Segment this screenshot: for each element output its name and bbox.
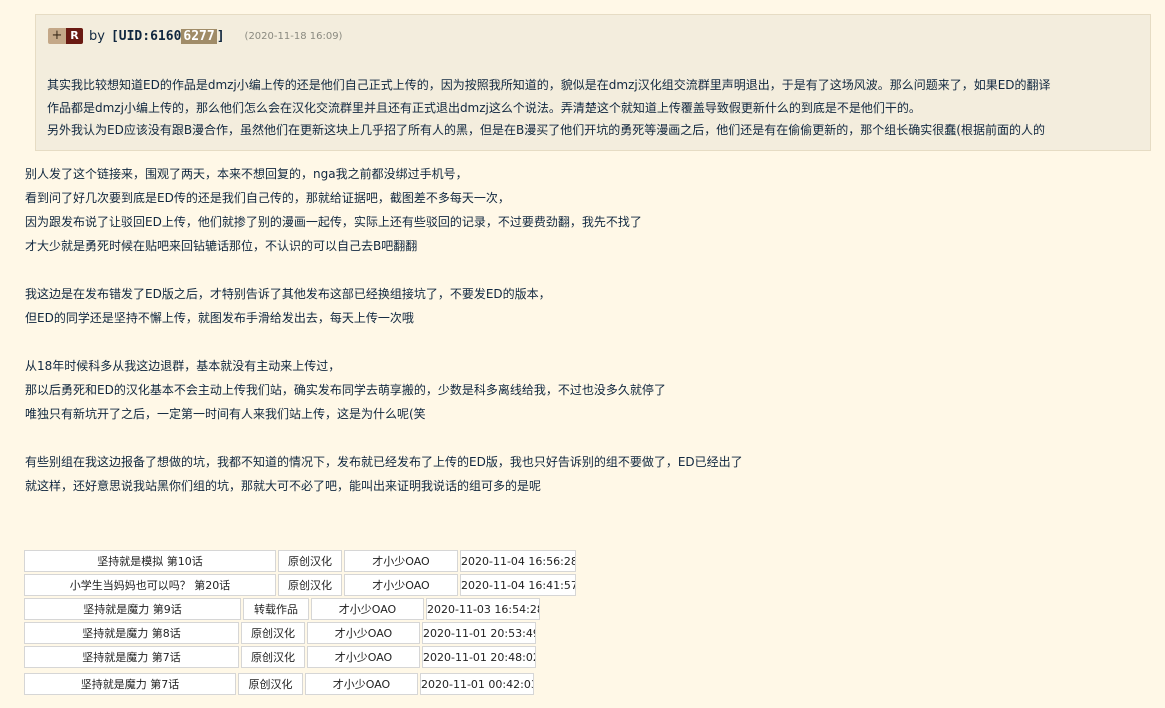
record-title: 坚持就是魔力 第7话 [24,646,239,668]
record-user: 才小少OAO [305,673,418,695]
uid-highlight: 6277 [181,28,217,44]
post-line: 那以后勇死和ED的汉化基本不会主动上传我们站，确实发布同学去萌享搬的，少数是科多… [25,383,666,397]
record-title: 坚持就是魔力 第9话 [24,598,241,620]
quote-by-label: by [89,28,105,44]
record-time: 2020-11-04 16:56:28 [460,550,576,572]
post-line: 有些别组在我这边报备了想做的坑，我都不知道的情况下，发布就已经发布了上传的ED版… [25,455,743,469]
record-user: 才小少OAO [307,646,420,668]
post-line [25,426,743,450]
record-time: 2020-11-01 20:53:49 [422,622,536,644]
uid-prefix: [UID:6160 [110,28,182,44]
record-type: 原创汉化 [238,673,303,695]
record-time: 2020-11-01 00:42:03 [420,673,534,695]
post-line [25,330,743,354]
post-line: 别人发了这个链接来，围观了两天，本来不想回复的，nga我之前都没绑过手机号， [25,167,468,181]
record-time: 2020-11-01 20:48:02 [422,646,536,668]
quote-line: 作品都是dmzj小编上传的，那么他们怎么会在汉化交流群里并且还有正式退出dmzj… [47,100,921,115]
quote-header: + R by [UID:6160 6277] (2020-11-18 16:09) [48,27,342,45]
expand-button[interactable]: + [48,28,66,44]
reply-badge[interactable]: R [66,28,83,44]
record-time: 2020-11-04 16:41:57 [460,574,576,596]
uid-suffix: ] [216,28,225,44]
record-type: 原创汉化 [241,646,305,668]
record-row: 坚持就是魔力 第7话 原创汉化 才小少OAO 2020-11-01 00:42:… [24,673,536,697]
post-line: 从18年时候科多从我这边退群，基本就没有主动来上传过， [25,359,341,373]
record-title: 坚持就是魔力 第8话 [24,622,239,644]
post-content: 别人发了这个链接来，围观了两天，本来不想回复的，nga我之前都没绑过手机号， 看… [25,162,743,498]
record-type: 原创汉化 [278,574,342,596]
record-type: 原创汉化 [241,622,305,644]
quote-line: 另外我认为ED应该没有跟B漫合作，虽然他们在更新这块上几乎招了所有人的黑，但是在… [47,123,1045,137]
record-title: 坚持就是模拟 第10话 [24,550,276,572]
post-line: 唯独只有新坑开了之后，一定第一时间有人来我们站上传，这是为什么呢(笑 [25,407,426,421]
record-title: 坚持就是魔力 第7话 [24,673,236,695]
record-type: 转载作品 [243,598,309,620]
post-line: 但ED的同学还是坚持不懈上传，就图发布手滑给发出去，每天上传一次哦 [25,311,414,325]
record-row: 坚持就是魔力 第9话 转载作品 才小少OAO 2020-11-03 16:54:… [24,598,542,622]
post-line: 就这样，还好意思说我站黑你们组的坑，那就大可不必了吧，能叫出来证明我说话的组可多… [25,479,542,493]
post-line: 我这边是在发布错发了ED版之后，才特别告诉了其他发布这部已经换组接坑了，不要发E… [25,287,551,301]
record-row: 坚持就是模拟 第10话 原创汉化 才小少OAO 2020-11-04 16:56… [24,550,580,574]
quote-block: + R by [UID:6160 6277] (2020-11-18 16:09) … [35,14,1151,151]
quote-text: 其实我比较想知道ED的作品是dmzj小编上传的还是他们自己正式上传的，因为按照我… [47,74,1147,142]
record-user: 才小少OAO [344,574,458,596]
quote-line: 其实我比较想知道ED的作品是dmzj小编上传的还是他们自己正式上传的，因为按照我… [47,78,1051,92]
record-row: 小学生当妈妈也可以吗？ 第20话 原创汉化 才小少OAO 2020-11-04 … [24,574,580,598]
record-row: 坚持就是魔力 第8话 原创汉化 才小少OAO 2020-11-01 20:53:… [24,622,538,646]
record-user: 才小少OAO [311,598,424,620]
post-line [25,258,743,282]
post-line: 因为跟发布说了让驳回ED上传，他们就掺了别的漫画一起传，实际上还有些驳回的记录，… [25,215,642,229]
quote-author-uid[interactable]: [UID:6160 6277] [110,28,225,44]
post-line: 才大少就是勇死时候在贴吧来回钻辘话那位，不认识的可以自己去B吧翻翻 [25,239,418,253]
record-time: 2020-11-03 16:54:28 [426,598,540,620]
record-user: 才小少OAO [344,550,458,572]
record-title: 小学生当妈妈也可以吗？ 第20话 [24,574,276,596]
post-line: 看到问了好几次要到底是ED传的还是我们自己传的，那就给证据吧，截图差不多每天一次… [25,191,510,205]
quote-timestamp: (2020-11-18 16:09) [244,30,343,42]
record-row: 坚持就是魔力 第7话 原创汉化 才小少OAO 2020-11-01 20:48:… [24,646,538,670]
record-type: 原创汉化 [278,550,342,572]
record-user: 才小少OAO [307,622,420,644]
